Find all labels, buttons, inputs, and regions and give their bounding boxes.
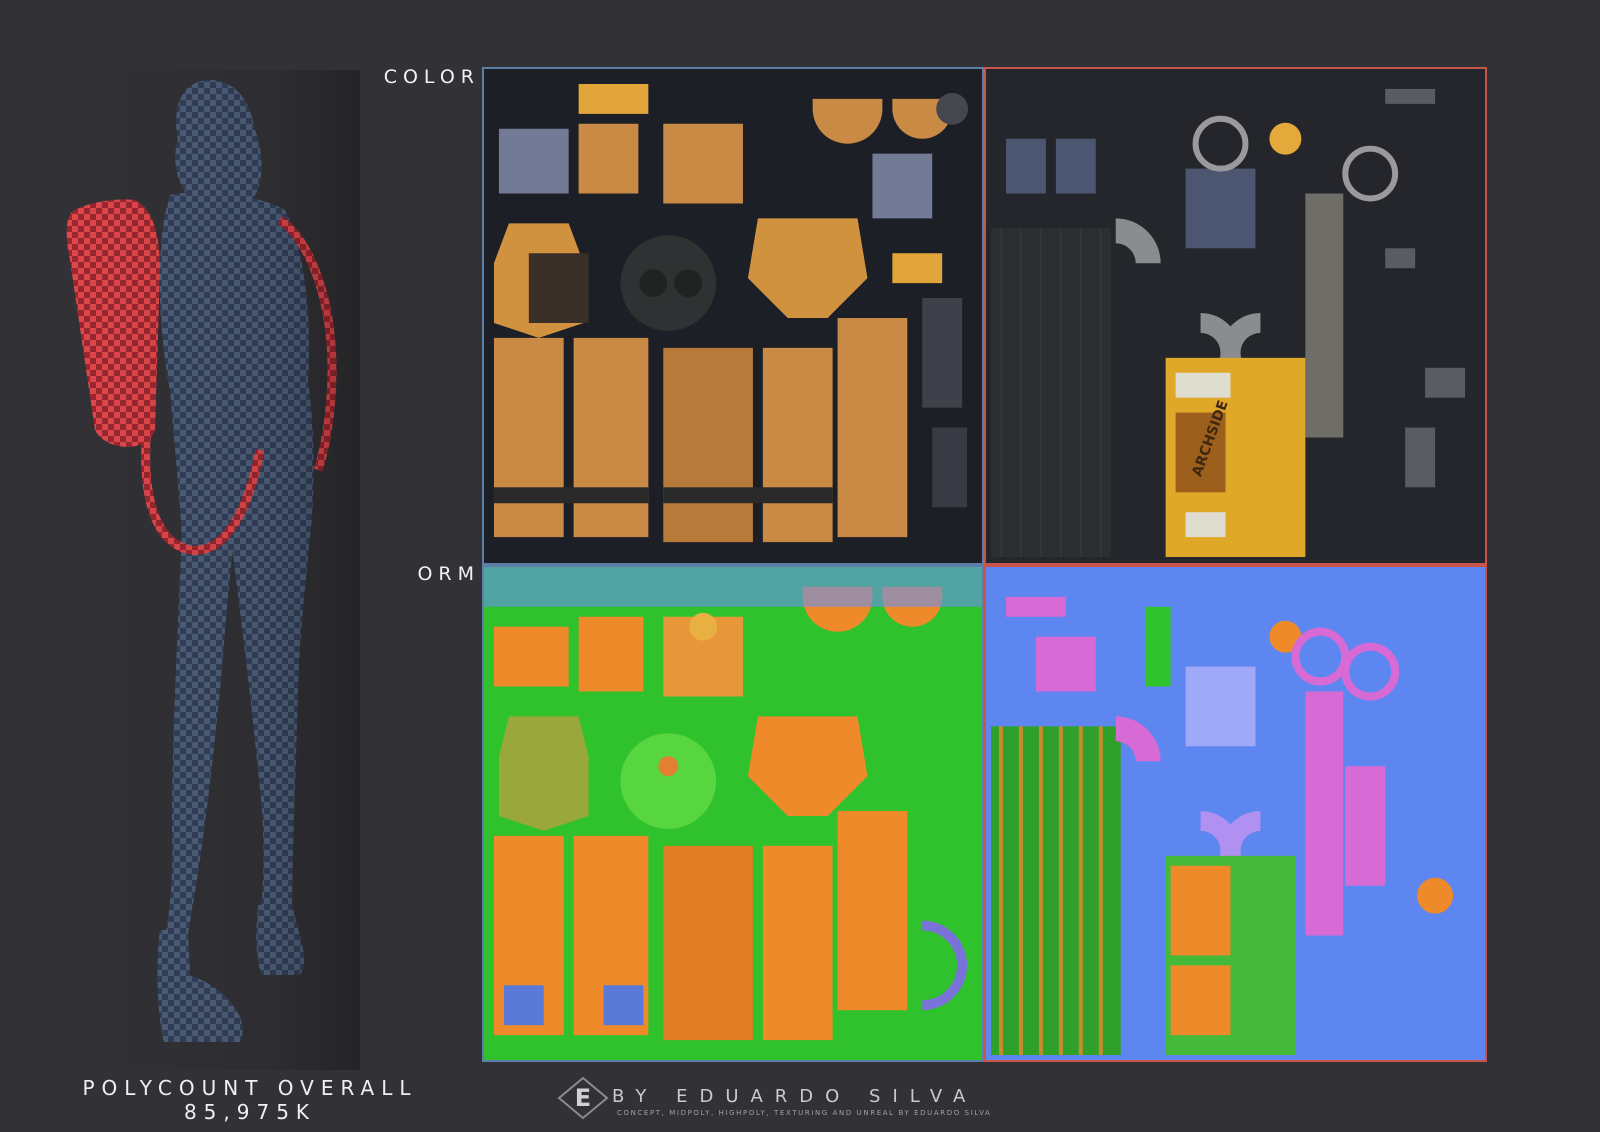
author-logo: E: [557, 1076, 609, 1120]
color-section-label: COLOR: [383, 66, 480, 88]
orm-section-label: ORM: [417, 563, 480, 585]
orm-texture-prop: [984, 565, 1487, 1062]
character-model-preview: [60, 70, 360, 1070]
author-logo-letter: E: [575, 1084, 591, 1112]
polycount-title: POLYCOUNT OVERALL: [82, 1076, 418, 1100]
author-name: BY EDUARDO SILVA: [612, 1086, 978, 1107]
polycount-value: 85,975K: [183, 1100, 317, 1124]
color-texture-character: [482, 67, 984, 565]
author-credit: CONCEPT, MIDPOLY, HIGHPOLY, TEXTURING AN…: [617, 1109, 992, 1117]
orm-texture-character: [482, 565, 984, 1062]
color-texture-prop: ARCHSIDE: [984, 67, 1487, 565]
